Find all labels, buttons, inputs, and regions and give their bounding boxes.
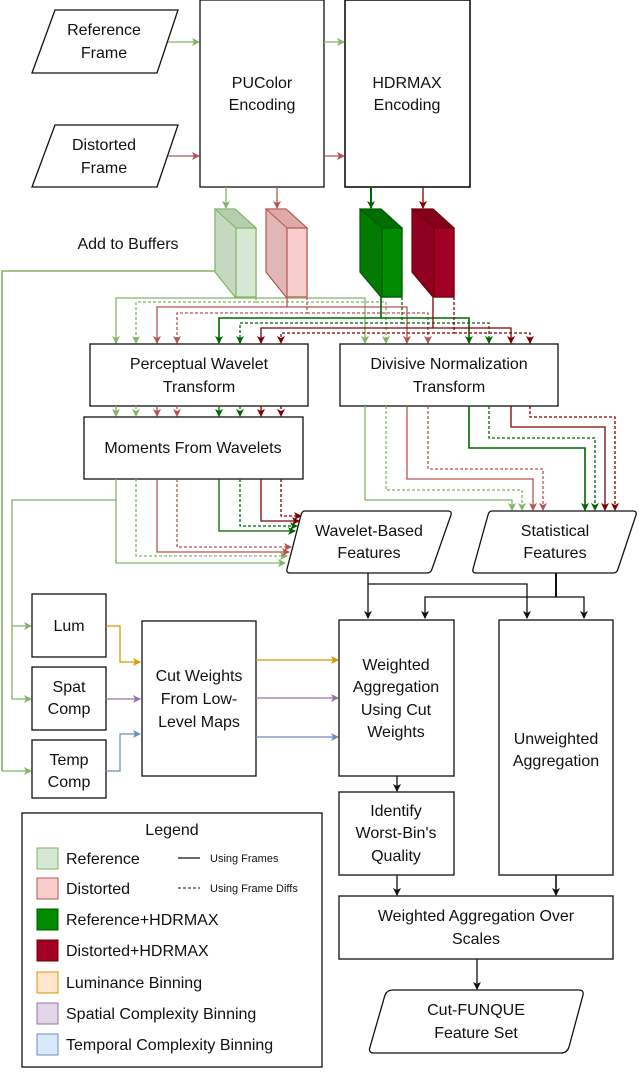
cutweights-to-weighted-agg-connectors: [256, 656, 339, 741]
legend-item-distorted: Distorted: [36, 877, 130, 900]
weighted-agg-label-2: Aggregation: [353, 679, 439, 696]
legend-swatch-spatial: [36, 1002, 59, 1025]
moments-label: Moments From Wavelets: [104, 440, 281, 457]
weighted-agg-label-4: Weights: [367, 724, 425, 741]
hdrmax-label-1: HDRMAX: [372, 75, 442, 92]
legend-item-reference: Reference: [36, 847, 140, 870]
legend-swatch-luminance: [36, 971, 59, 994]
legend-label-distorted: Distorted: [66, 881, 130, 898]
temp-comp-box: Temp Comp: [31, 739, 107, 799]
distorted-frame-label-2: Frame: [81, 160, 127, 177]
divisive-transform-label-2: Transform: [413, 379, 485, 396]
features-to-aggregation-connectors: [364, 573, 588, 619]
legend-label-spatial: Spatial Complexity Binning: [66, 1006, 256, 1023]
wavelet-transform-label-1: Perceptual Wavelet: [130, 356, 269, 373]
legend-swatch-distorted: [36, 877, 59, 900]
legend-label-reference-hdrmax: Reference+HDRMAX: [66, 912, 219, 929]
cut-weights-label-3: Level Maps: [158, 714, 240, 731]
legend-item-temporal: Temporal Complexity Binning: [36, 1033, 273, 1056]
lowlevel-to-cutweights-connectors: [106, 625, 141, 772]
pucolor-encoding-box: PUColor Encoding: [199, 0, 325, 188]
statistical-features-output: Statistical Features: [472, 510, 637, 574]
reference-hdrmax-buffer-icon: [358, 208, 404, 298]
legend: Legend Reference Distorted Reference+HDR…: [21, 812, 323, 1068]
cut-funque-pipeline-diagram: Reference Frame Distorted Frame PUColor …: [1, 0, 637, 1068]
lum-label: Lum: [53, 618, 84, 635]
legend-label-using-frame-diffs: Using Frame Diffs: [210, 883, 298, 895]
weighted-aggregation-box: Weighted Aggregation Using Cut Weights: [338, 619, 455, 777]
legend-label-using-frames: Using Frames: [210, 853, 279, 865]
weighted-agg-label-1: Weighted: [362, 657, 429, 674]
legend-label-distorted-hdrmax: Distorted+HDRMAX: [66, 943, 209, 960]
unweighted-aggregation-box: Unweighted Aggregation: [498, 619, 614, 876]
worst-bin-quality-box: Identify Worst-Bin's Quality: [338, 791, 455, 876]
cut-weights-box: Cut Weights From Low- Level Maps: [141, 620, 257, 777]
cut-weights-label-2: From Low-: [161, 691, 237, 708]
temp-label-1: Temp: [49, 752, 88, 769]
scales-agg-label-1: Weighted Aggregation Over: [378, 908, 575, 925]
add-to-buffers-label: Add to Buffers: [77, 236, 178, 253]
worst-bin-label-1: Identify: [370, 803, 422, 820]
legend-label-luminance: Luminance Binning: [66, 975, 202, 992]
legend-swatch-temporal: [36, 1033, 59, 1056]
wavelet-based-features-output: Wavelet-Based Features: [286, 510, 452, 574]
output-label-1: Cut-FUNQUE: [427, 1002, 525, 1019]
distorted-frame-label-1: Distorted: [72, 137, 136, 154]
wavelet-features-label-1: Wavelet-Based: [315, 523, 423, 540]
statistical-features-label-2: Features: [523, 545, 586, 562]
pucolor-label-1: PUColor: [232, 75, 293, 92]
reference-frame-label-2: Frame: [81, 45, 127, 62]
statistical-features-label-1: Statistical: [521, 523, 589, 540]
reference-frame-label-1: Reference: [67, 22, 141, 39]
legend-label-temporal: Temporal Complexity Binning: [66, 1037, 273, 1054]
spat-label-2: Comp: [48, 701, 91, 718]
perceptual-wavelet-transform-box: Perceptual Wavelet Transform: [89, 343, 309, 407]
divisive-transform-label-1: Divisive Normalization: [370, 356, 527, 373]
legend-swatch-distorted-hdrmax: [36, 939, 59, 962]
unweighted-agg-label-2: Aggregation: [513, 753, 599, 770]
legend-swatch-reference-hdrmax: [36, 908, 59, 931]
bus-to-lowlevel-connectors: [2, 622, 32, 775]
divisive-to-statistical-features-connectors: [364, 406, 619, 511]
temp-label-2: Comp: [48, 774, 91, 791]
hdrmax-encoding-box: HDRMAX Encoding: [344, 0, 471, 188]
reference-frame-input: Reference Frame: [31, 9, 179, 74]
distorted-frame-input: Distorted Frame: [31, 124, 179, 188]
spat-label-1: Spat: [53, 679, 86, 696]
worst-bin-label-2: Worst-Bin's: [356, 825, 437, 842]
worst-bin-label-3: Quality: [371, 848, 421, 865]
spat-comp-box: Spat Comp: [31, 666, 107, 731]
wavelet-transform-label-2: Transform: [163, 379, 235, 396]
wavelet-features-label-2: Features: [337, 545, 400, 562]
cut-funque-feature-set-output: Cut-FUNQUE Feature Set: [368, 989, 584, 1054]
weighted-aggregation-over-scales-box: Weighted Aggregation Over Scales: [338, 895, 614, 960]
reference-buffer-icon: [213, 208, 258, 298]
pucolor-label-2: Encoding: [229, 97, 296, 114]
legend-label-reference: Reference: [66, 851, 140, 868]
output-label-2: Feature Set: [434, 1025, 518, 1042]
moments-from-wavelets-box: Moments From Wavelets: [83, 416, 304, 480]
unweighted-agg-label-1: Unweighted: [514, 731, 599, 748]
scales-agg-label-2: Scales: [452, 931, 500, 948]
lum-box: Lum: [31, 593, 107, 658]
legend-swatch-reference: [36, 847, 59, 870]
legend-item-spatial: Spatial Complexity Binning: [36, 1002, 256, 1025]
cut-weights-label-1: Cut Weights: [156, 668, 243, 685]
divisive-normalization-transform-box: Divisive Normalization Transform: [339, 343, 559, 407]
weighted-agg-label-3: Using Cut: [361, 702, 432, 719]
legend-title: Legend: [145, 822, 198, 839]
distorted-buffer-icon: [264, 208, 309, 298]
distorted-hdrmax-buffer-icon: [410, 208, 456, 298]
hdrmax-label-2: Encoding: [374, 97, 441, 114]
wavelet-to-moments-arrows: [112, 406, 285, 417]
